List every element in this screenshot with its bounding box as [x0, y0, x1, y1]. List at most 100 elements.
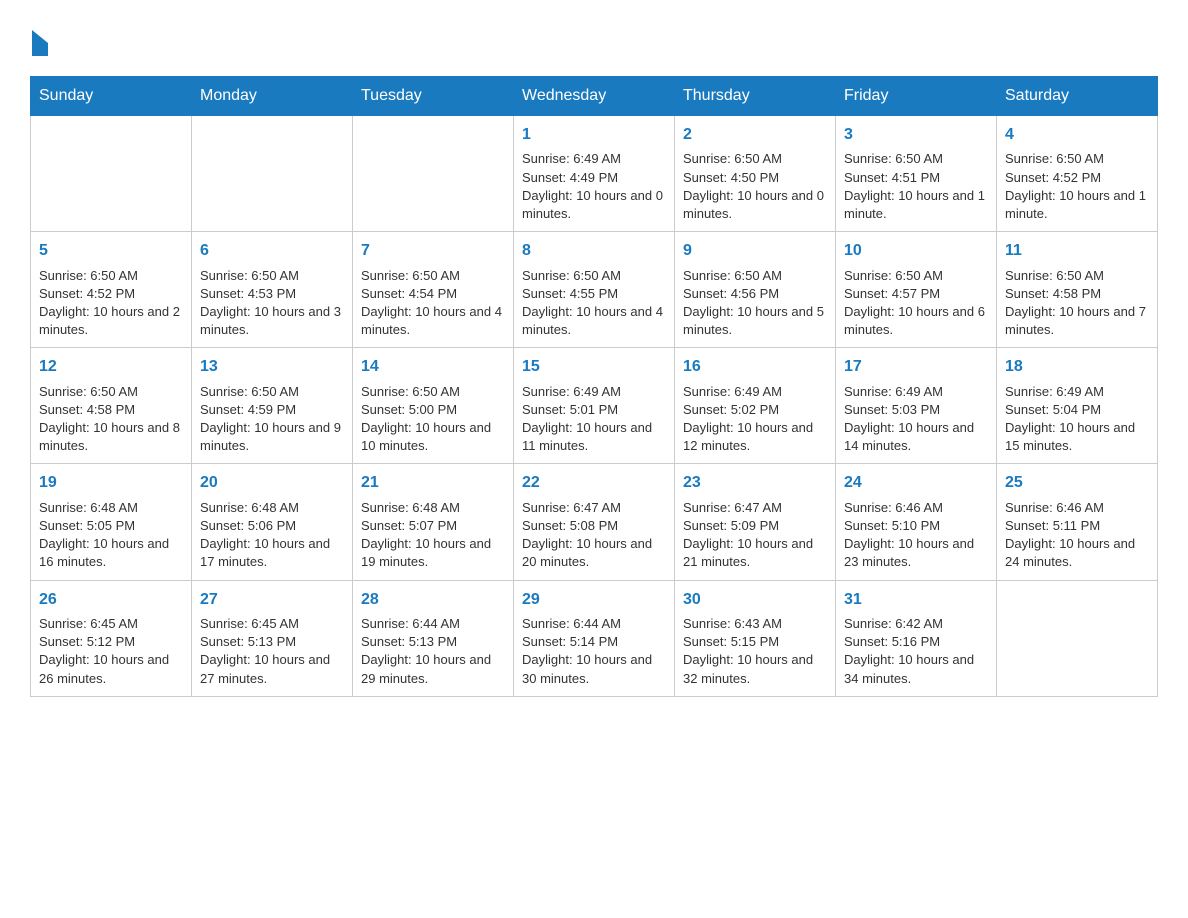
calendar-day-cell: 30 Sunrise: 6:43 AM Sunset: 5:15 PM Dayli…: [675, 580, 836, 696]
calendar-week-row: 26 Sunrise: 6:45 AM Sunset: 5:12 PM Dayli…: [31, 580, 1158, 696]
calendar-week-row: 12 Sunrise: 6:50 AM Sunset: 4:58 PM Dayli…: [31, 348, 1158, 464]
day-number: 4: [1005, 124, 1149, 146]
day-number: 28: [361, 589, 505, 611]
day-info: Sunrise: 6:50 AM Sunset: 4:52 PM Dayligh…: [1005, 150, 1149, 223]
calendar-day-cell: 23 Sunrise: 6:47 AM Sunset: 5:09 PM Dayli…: [675, 464, 836, 580]
day-number: 24: [844, 472, 988, 494]
day-info: Sunrise: 6:48 AM Sunset: 5:07 PM Dayligh…: [361, 499, 505, 572]
calendar-day-cell: [31, 116, 192, 232]
day-info: Sunrise: 6:49 AM Sunset: 5:04 PM Dayligh…: [1005, 383, 1149, 456]
day-info: Sunrise: 6:50 AM Sunset: 4:59 PM Dayligh…: [200, 383, 344, 456]
day-number: 20: [200, 472, 344, 494]
calendar-day-cell: [997, 580, 1158, 696]
calendar-day-cell: 14Sunrise: 6:50 AM Sunset: 5:00 PM Dayli…: [353, 348, 514, 464]
day-info: Sunrise: 6:50 AM Sunset: 4:52 PM Dayligh…: [39, 267, 183, 340]
day-info: Sunrise: 6:43 AM Sunset: 5:15 PM Dayligh…: [683, 615, 827, 688]
day-number: 30: [683, 589, 827, 611]
day-info: Sunrise: 6:50 AM Sunset: 4:56 PM Dayligh…: [683, 267, 827, 340]
day-number: 6: [200, 240, 344, 262]
weekday-header-thursday: Thursday: [675, 77, 836, 116]
day-info: Sunrise: 6:47 AM Sunset: 5:08 PM Dayligh…: [522, 499, 666, 572]
calendar-day-cell: 10 Sunrise: 6:50 AM Sunset: 4:57 PM Dayli…: [836, 232, 997, 348]
weekday-header-wednesday: Wednesday: [514, 77, 675, 116]
calendar-day-cell: 20 Sunrise: 6:48 AM Sunset: 5:06 PM Dayli…: [192, 464, 353, 580]
day-info: Sunrise: 6:44 AM Sunset: 5:14 PM Dayligh…: [522, 615, 666, 688]
calendar-day-cell: 3Sunrise: 6:50 AM Sunset: 4:51 PM Daylig…: [836, 116, 997, 232]
calendar-day-cell: 17 Sunrise: 6:49 AM Sunset: 5:03 PM Dayli…: [836, 348, 997, 464]
day-info: Sunrise: 6:49 AM Sunset: 5:01 PM Dayligh…: [522, 383, 666, 456]
page-header: [30, 30, 1158, 56]
day-info: Sunrise: 6:49 AM Sunset: 5:03 PM Dayligh…: [844, 383, 988, 456]
day-number: 21: [361, 472, 505, 494]
day-number: 7: [361, 240, 505, 262]
day-info: Sunrise: 6:46 AM Sunset: 5:10 PM Dayligh…: [844, 499, 988, 572]
calendar-day-cell: 7Sunrise: 6:50 AM Sunset: 4:54 PM Daylig…: [353, 232, 514, 348]
day-number: 15: [522, 356, 666, 378]
calendar-day-cell: 18 Sunrise: 6:49 AM Sunset: 5:04 PM Dayli…: [997, 348, 1158, 464]
day-number: 10: [844, 240, 988, 262]
calendar-week-row: 19 Sunrise: 6:48 AM Sunset: 5:05 PM Dayli…: [31, 464, 1158, 580]
weekday-header-tuesday: Tuesday: [353, 77, 514, 116]
day-number: 2: [683, 124, 827, 146]
calendar-week-row: 1Sunrise: 6:49 AM Sunset: 4:49 PM Daylig…: [31, 116, 1158, 232]
weekday-header-friday: Friday: [836, 77, 997, 116]
day-number: 1: [522, 124, 666, 146]
day-info: Sunrise: 6:44 AM Sunset: 5:13 PM Dayligh…: [361, 615, 505, 688]
calendar-day-cell: 29 Sunrise: 6:44 AM Sunset: 5:14 PM Dayli…: [514, 580, 675, 696]
logo: [30, 30, 48, 56]
day-number: 11: [1005, 240, 1149, 262]
day-number: 26: [39, 589, 183, 611]
day-number: 17: [844, 356, 988, 378]
day-info: Sunrise: 6:50 AM Sunset: 4:50 PM Dayligh…: [683, 150, 827, 223]
day-number: 8: [522, 240, 666, 262]
day-number: 14: [361, 356, 505, 378]
calendar-day-cell: 21 Sunrise: 6:48 AM Sunset: 5:07 PM Dayli…: [353, 464, 514, 580]
day-info: Sunrise: 6:50 AM Sunset: 4:57 PM Dayligh…: [844, 267, 988, 340]
calendar-day-cell: 24 Sunrise: 6:46 AM Sunset: 5:10 PM Dayli…: [836, 464, 997, 580]
calendar-day-cell: 31Sunrise: 6:42 AM Sunset: 5:16 PM Dayli…: [836, 580, 997, 696]
day-number: 16: [683, 356, 827, 378]
weekday-header-monday: Monday: [192, 77, 353, 116]
calendar-table: SundayMondayTuesdayWednesdayThursdayFrid…: [30, 76, 1158, 697]
calendar-day-cell: 6Sunrise: 6:50 AM Sunset: 4:53 PM Daylig…: [192, 232, 353, 348]
calendar-day-cell: 1Sunrise: 6:49 AM Sunset: 4:49 PM Daylig…: [514, 116, 675, 232]
day-info: Sunrise: 6:47 AM Sunset: 5:09 PM Dayligh…: [683, 499, 827, 572]
calendar-day-cell: 16 Sunrise: 6:49 AM Sunset: 5:02 PM Dayli…: [675, 348, 836, 464]
calendar-day-cell: 8Sunrise: 6:50 AM Sunset: 4:55 PM Daylig…: [514, 232, 675, 348]
calendar-day-cell: [353, 116, 514, 232]
day-info: Sunrise: 6:45 AM Sunset: 5:12 PM Dayligh…: [39, 615, 183, 688]
calendar-week-row: 5 Sunrise: 6:50 AM Sunset: 4:52 PM Daylig…: [31, 232, 1158, 348]
day-info: Sunrise: 6:45 AM Sunset: 5:13 PM Dayligh…: [200, 615, 344, 688]
day-number: 22: [522, 472, 666, 494]
calendar-day-cell: 25 Sunrise: 6:46 AM Sunset: 5:11 PM Dayli…: [997, 464, 1158, 580]
day-number: 23: [683, 472, 827, 494]
weekday-header-sunday: Sunday: [31, 77, 192, 116]
day-number: 9: [683, 240, 827, 262]
day-info: Sunrise: 6:50 AM Sunset: 4:51 PM Dayligh…: [844, 150, 988, 223]
calendar-header-row: SundayMondayTuesdayWednesdayThursdayFrid…: [31, 77, 1158, 116]
calendar-day-cell: 28 Sunrise: 6:44 AM Sunset: 5:13 PM Dayli…: [353, 580, 514, 696]
day-info: Sunrise: 6:46 AM Sunset: 5:11 PM Dayligh…: [1005, 499, 1149, 572]
day-number: 19: [39, 472, 183, 494]
calendar-day-cell: 11Sunrise: 6:50 AM Sunset: 4:58 PM Dayli…: [997, 232, 1158, 348]
calendar-day-cell: [192, 116, 353, 232]
day-number: 29: [522, 589, 666, 611]
calendar-day-cell: 27 Sunrise: 6:45 AM Sunset: 5:13 PM Dayli…: [192, 580, 353, 696]
day-info: Sunrise: 6:49 AM Sunset: 5:02 PM Dayligh…: [683, 383, 827, 456]
day-number: 13: [200, 356, 344, 378]
calendar-day-cell: 9 Sunrise: 6:50 AM Sunset: 4:56 PM Daylig…: [675, 232, 836, 348]
calendar-day-cell: 12 Sunrise: 6:50 AM Sunset: 4:58 PM Dayli…: [31, 348, 192, 464]
day-info: Sunrise: 6:50 AM Sunset: 4:58 PM Dayligh…: [39, 383, 183, 456]
day-number: 25: [1005, 472, 1149, 494]
logo-triangle-icon: [32, 30, 48, 56]
day-info: Sunrise: 6:48 AM Sunset: 5:06 PM Dayligh…: [200, 499, 344, 572]
day-number: 31: [844, 589, 988, 611]
day-number: 12: [39, 356, 183, 378]
weekday-header-saturday: Saturday: [997, 77, 1158, 116]
day-number: 27: [200, 589, 344, 611]
day-number: 5: [39, 240, 183, 262]
day-number: 18: [1005, 356, 1149, 378]
day-info: Sunrise: 6:48 AM Sunset: 5:05 PM Dayligh…: [39, 499, 183, 572]
calendar-day-cell: 15 Sunrise: 6:49 AM Sunset: 5:01 PM Dayli…: [514, 348, 675, 464]
calendar-day-cell: 22 Sunrise: 6:47 AM Sunset: 5:08 PM Dayli…: [514, 464, 675, 580]
